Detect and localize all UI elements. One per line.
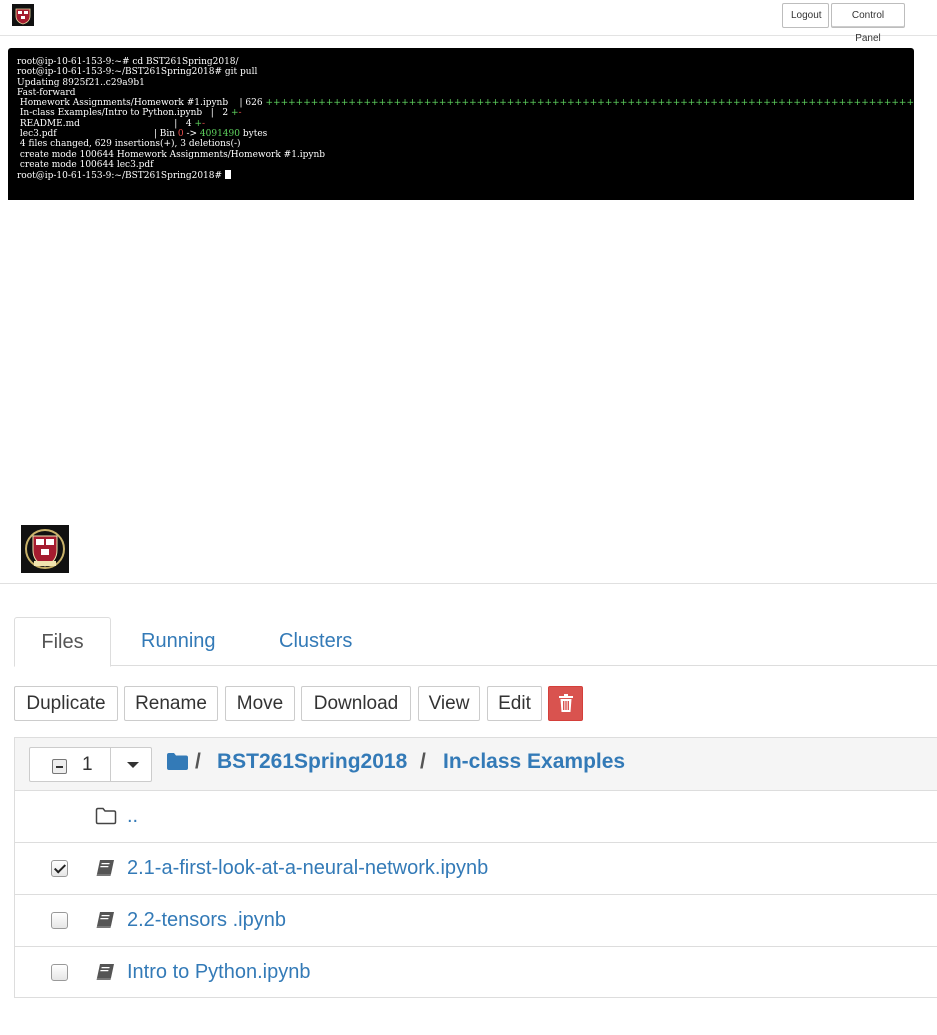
item-link[interactable]: Intro to Python.ipynb <box>127 961 310 984</box>
diff-new-size: 4091490 <box>199 129 240 140</box>
diff-bytes: bytes <box>240 129 268 140</box>
diff-file: lec3.pdf | Bin <box>17 129 178 140</box>
item-checkbox[interactable] <box>51 860 68 877</box>
item-checkbox[interactable] <box>51 964 68 981</box>
duplicate-button[interactable]: Duplicate <box>14 686 118 721</box>
download-button[interactable]: Download <box>301 686 411 721</box>
terminal-line: 4 files changed, 629 insertions(+), 3 de… <box>17 139 241 150</box>
diff-arrow: -> <box>183 129 200 140</box>
selected-count: 1 <box>82 754 93 775</box>
tab-clusters[interactable]: Clusters <box>279 617 352 666</box>
diff-additions: + <box>194 118 203 129</box>
logout-button[interactable]: Logout <box>782 3 829 28</box>
edit-button[interactable]: Edit <box>487 686 542 721</box>
terminal-line: Fast-forward <box>17 87 76 98</box>
diff-file: README.md | 4 <box>17 118 195 129</box>
diff-file: Homework Assignments/Homework #1.ipynb |… <box>17 98 266 109</box>
header-divider <box>0 583 937 584</box>
terminal-line: In-class Examples/Intro to Python.ipynb … <box>17 108 905 118</box>
terminal-prompt[interactable]: root@ip-10-61-153-9:~/BST261Spring2018# <box>17 170 905 181</box>
prompt-text: root@ip-10-61-153-9:~/BST261Spring2018# <box>17 171 225 182</box>
terminal-line: Updating 8925f21..c29a9b1 <box>17 77 145 88</box>
tab-files[interactable]: Files <box>14 617 111 667</box>
top-header: Logout Control Panel <box>0 0 937 44</box>
breadcrumb-separator: / <box>420 750 426 773</box>
diff-deletions: - <box>238 108 242 119</box>
terminal-line: README.md | 4 +- <box>17 119 905 129</box>
harvard-logo-icon[interactable] <box>12 4 34 26</box>
breadcrumb-link[interactable]: BST261Spring2018 <box>217 750 407 774</box>
folder-outline-icon <box>95 807 117 825</box>
terminal-cursor <box>224 170 231 180</box>
terminal-line: root@ip-10-61-153-9:~# cd BST261Spring20… <box>17 57 239 67</box>
tab-running[interactable]: Running <box>141 617 216 666</box>
terminal-line: create mode 100644 Homework Assignments/… <box>17 149 326 160</box>
tab-bar: Files Running Clusters <box>14 617 937 667</box>
list-item[interactable]: 2.1-a-first-look-at-a-neural-network.ipy… <box>15 843 937 895</box>
notebook-icon <box>96 860 114 876</box>
folder-icon[interactable] <box>167 753 188 770</box>
list-item[interactable]: 2.2-tensors .ipynb <box>15 895 937 947</box>
diff-file: In-class Examples/Intro to Python.ipynb … <box>17 108 231 119</box>
diff-additions: + <box>230 108 239 119</box>
select-dropdown[interactable]: 1 <box>29 747 152 782</box>
terminal[interactable]: root@ip-10-61-153-9:~# cd BST261Spring20… <box>8 48 914 200</box>
harvard-logo-icon[interactable] <box>21 525 69 573</box>
notebook-icon <box>96 964 114 980</box>
list-item[interactable]: Intro to Python.ipynb <box>15 947 937 999</box>
notebook-icon <box>96 912 114 928</box>
delete-button[interactable] <box>548 686 583 721</box>
caret-down-icon[interactable] <box>127 762 139 768</box>
terminal-line: lec3.pdf | Bin 0 -> 4091490 bytes <box>17 129 905 139</box>
terminal-line: root@ip-10-61-153-9:~/BST261Spring2018# … <box>17 67 258 78</box>
file-list-header: 1 / BST261Spring2018 / In-class Examples <box>15 738 937 791</box>
item-checkbox[interactable] <box>51 912 68 929</box>
dropdown-divider <box>110 748 111 781</box>
rename-button[interactable]: Rename <box>124 686 218 721</box>
list-item[interactable]: .. <box>15 791 937 843</box>
item-link[interactable]: .. <box>127 805 138 828</box>
diff-deletions: - <box>202 118 206 129</box>
item-link[interactable]: 2.2-tensors .ipynb <box>127 909 286 932</box>
breadcrumb-link[interactable]: In-class Examples <box>443 750 625 774</box>
view-button[interactable]: View <box>418 686 480 721</box>
file-list: 1 / BST261Spring2018 / In-class Examples… <box>14 737 937 998</box>
terminal-line: create mode 100644 lec3.pdf <box>17 159 154 170</box>
control-panel-button[interactable]: Control Panel <box>831 3 905 44</box>
move-button[interactable]: Move <box>225 686 295 721</box>
diff-additions: ++++++++++++++++++++++++++++++++++++++++… <box>265 98 914 109</box>
terminal-line: Homework Assignments/Homework #1.ipynb |… <box>17 98 914 109</box>
item-link[interactable]: 2.1-a-first-look-at-a-neural-network.ipy… <box>127 857 488 880</box>
breadcrumb-separator: / <box>195 750 201 773</box>
select-all-checkbox[interactable] <box>52 759 67 774</box>
trash-icon <box>558 694 573 712</box>
